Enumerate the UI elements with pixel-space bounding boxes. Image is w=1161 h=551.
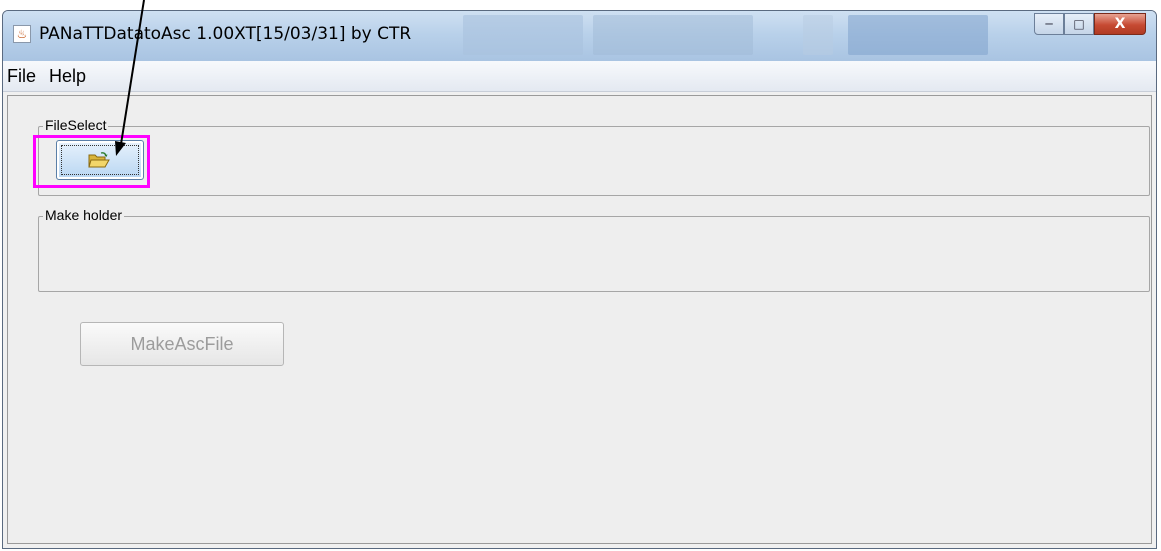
maximize-button[interactable]: □ [1064,13,1094,35]
maximize-icon: □ [1073,17,1085,31]
window-controls: ─ □ X [1034,13,1146,37]
file-select-title: FileSelect [43,117,109,133]
title-bar[interactable]: ♨ PANaTTDatatoAsc 1.00XT[15/03/31] by CT… [3,11,1156,61]
window-title: PANaTTDatatoAsc 1.00XT[15/03/31] by CTR [39,24,412,44]
minimize-button[interactable]: ─ [1034,13,1064,35]
close-button[interactable]: X [1094,13,1146,35]
app-window: ♨ PANaTTDatatoAsc 1.00XT[15/03/31] by CT… [2,10,1157,549]
menu-file[interactable]: File [7,66,36,87]
make-holder-group: Make holder [38,207,1150,292]
make-holder-title: Make holder [43,207,125,223]
close-icon: X [1114,16,1126,32]
main-panel: FileSelect Make holder MakeAscFile [7,95,1152,544]
minimize-icon: ─ [1045,17,1053,31]
java-icon: ♨ [13,25,31,43]
annotation-highlight-box [33,135,150,188]
file-select-group: FileSelect [38,117,1150,196]
menu-bar: File Help [3,61,1156,92]
menu-help[interactable]: Help [49,66,86,87]
make-asc-file-button[interactable]: MakeAscFile [80,322,284,366]
